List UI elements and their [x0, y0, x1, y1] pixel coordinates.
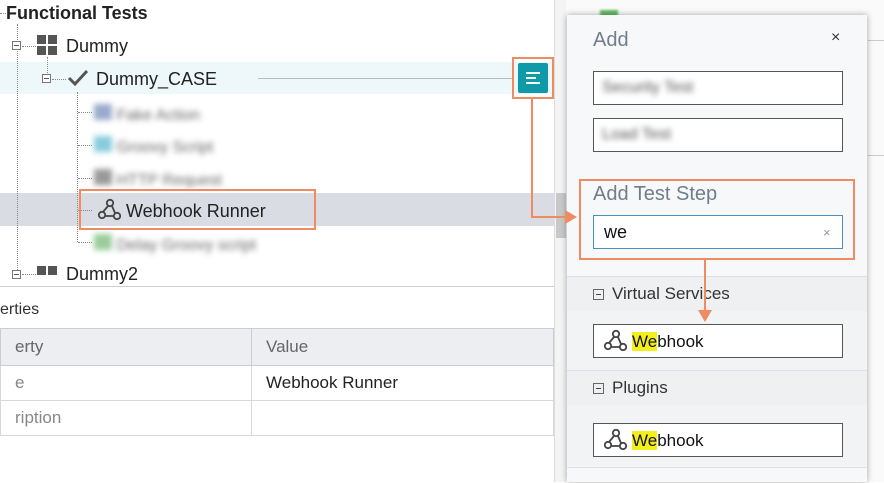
arrow-head-icon: [698, 310, 712, 322]
collapse-toggle[interactable]: [12, 270, 21, 279]
tree-root-label[interactable]: Functional Tests: [6, 3, 148, 24]
blurred-step[interactable]: HTTP Request: [94, 169, 244, 189]
blurred-step[interactable]: Groovy Script: [94, 136, 254, 156]
properties-table: erty Value e Webhook Runner ription: [0, 328, 554, 436]
callout-selected-step: [79, 189, 316, 230]
result-label: bhook: [657, 332, 704, 351]
suite-icon: [37, 35, 57, 55]
callout-connector: [704, 260, 706, 312]
collapse-toggle[interactable]: [593, 289, 604, 300]
property-value[interactable]: [251, 400, 554, 436]
group-virtual-services[interactable]: Virtual Services: [567, 276, 867, 312]
close-icon[interactable]: ×: [831, 29, 840, 47]
group-label: Plugins: [612, 378, 668, 397]
table-row[interactable]: ription: [0, 400, 554, 436]
match-highlight: We: [632, 332, 658, 351]
collapse-toggle[interactable]: [593, 383, 604, 394]
webhook-icon: [603, 428, 627, 451]
blurred-step[interactable]: Fake Action: [94, 104, 224, 124]
case-divider: [258, 78, 514, 79]
add-load-test-button[interactable]: Load Test: [593, 118, 843, 152]
result-label: bhook: [657, 431, 704, 450]
result-webhook-plugins[interactable]: Webhook: [593, 423, 843, 457]
match-highlight: We: [632, 431, 658, 450]
collapse-toggle[interactable]: [12, 41, 21, 50]
callout-add-test-step: [579, 179, 855, 260]
col-header-property[interactable]: erty: [0, 328, 252, 366]
webhook-icon: [603, 329, 627, 352]
test-tree: Functional Tests Dummy Dummy_CASE Fake A…: [0, 0, 556, 284]
col-header-value[interactable]: Value: [251, 328, 554, 366]
properties-title: erties: [0, 301, 40, 318]
result-webhook-virtual-services[interactable]: Webhook: [593, 324, 843, 358]
add-security-test-button[interactable]: Security Test: [593, 71, 843, 105]
check-icon: [67, 69, 89, 87]
tree-case-label[interactable]: Dummy_CASE: [96, 69, 217, 90]
property-name: e: [0, 365, 252, 401]
group-label: Virtual Services: [612, 284, 730, 303]
tree-suite-dummy[interactable]: Dummy: [66, 36, 128, 57]
callout-connector: [531, 216, 567, 218]
table-row[interactable]: e Webhook Runner: [0, 365, 554, 401]
popup-title: Add: [593, 29, 629, 51]
blurred-step[interactable]: Delay Groovy script: [94, 234, 284, 254]
properties-panel: erties erty Value e Webhook Runner ripti…: [0, 286, 554, 483]
callout-menu-button: [512, 57, 554, 99]
arrow-head-icon: [565, 210, 577, 224]
callout-connector: [531, 99, 533, 218]
property-value[interactable]: Webhook Runner: [251, 365, 554, 401]
property-name: ription: [0, 400, 252, 436]
tree-suite-dummy2[interactable]: Dummy2: [66, 264, 138, 285]
suite-icon: [37, 266, 57, 286]
group-plugins[interactable]: Plugins: [567, 370, 867, 407]
collapse-toggle[interactable]: [42, 74, 51, 83]
